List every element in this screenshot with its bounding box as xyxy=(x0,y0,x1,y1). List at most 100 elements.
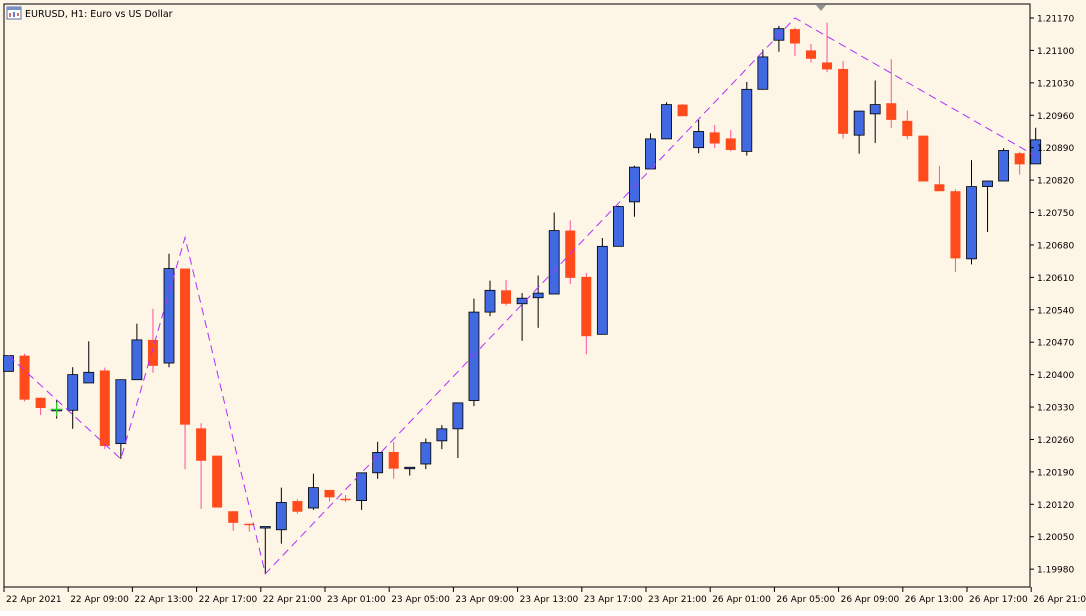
candle-body xyxy=(340,498,351,501)
candle-body xyxy=(613,206,624,247)
candle xyxy=(918,135,929,182)
candle-body xyxy=(292,501,303,512)
x-tick-label: 26 Apr 13:00 xyxy=(905,595,964,605)
candle-body xyxy=(308,487,319,509)
y-tick-label: 1.20400 xyxy=(1037,371,1074,381)
candle-body xyxy=(934,184,945,192)
candle-body xyxy=(180,268,191,425)
candle-body xyxy=(67,374,79,411)
candle-body xyxy=(532,292,544,299)
y-tick-label: 1.20820 xyxy=(1037,177,1074,187)
y-tick-label: 1.20050 xyxy=(1037,533,1074,543)
candle-body xyxy=(950,191,961,259)
candle xyxy=(468,298,480,407)
candle-body xyxy=(163,268,175,364)
candle-body xyxy=(853,110,865,136)
candle xyxy=(741,81,753,156)
candle-body xyxy=(35,397,46,408)
candle-body xyxy=(966,186,977,260)
y-tick-label: 1.20120 xyxy=(1037,501,1074,511)
x-tick-label: 23 Apr 21:00 xyxy=(648,595,707,605)
candle-body xyxy=(629,166,640,203)
candle xyxy=(645,133,656,170)
candle xyxy=(292,499,303,514)
x-tick-label: 23 Apr 05:00 xyxy=(391,595,450,605)
candle-body xyxy=(998,150,1009,182)
y-tick-label: 1.20680 xyxy=(1037,241,1074,251)
candle-body xyxy=(886,103,897,120)
candle-body xyxy=(645,138,656,170)
y-tick-label: 1.20890 xyxy=(1037,144,1074,154)
candle xyxy=(19,353,30,402)
candle-body xyxy=(822,62,833,70)
candle-body xyxy=(789,29,800,44)
candle xyxy=(99,367,110,450)
chart-canvas[interactable]: 1.21170 1.21100 1.21030 1.20960 1.20890 1.208… xyxy=(0,0,1086,611)
candle-body xyxy=(324,489,335,498)
candle-body xyxy=(757,56,769,90)
x-tick-label: 26 Apr 21:00 xyxy=(1033,595,1086,605)
candle-body xyxy=(468,311,480,401)
candle-body xyxy=(420,442,432,465)
y-tick-label: 1.20610 xyxy=(1037,274,1074,284)
x-tick-label: 22 Apr 13:00 xyxy=(134,595,193,605)
y-tick-label: 1.20750 xyxy=(1037,209,1074,219)
y-tick-label: 1.20330 xyxy=(1037,404,1074,414)
x-tick-label: 22 Apr 21:00 xyxy=(263,595,322,605)
y-tick-label: 1.21100 xyxy=(1037,47,1074,57)
x-tick-label: 26 Apr 17:00 xyxy=(969,595,1028,605)
candle-body xyxy=(982,180,993,187)
candle xyxy=(661,102,672,140)
x-tick-label: 23 Apr 13:00 xyxy=(520,595,579,605)
chart-window-icon[interactable] xyxy=(6,6,22,20)
candle xyxy=(613,205,624,247)
candle xyxy=(163,253,175,368)
candle-body xyxy=(404,466,416,470)
candle xyxy=(677,104,688,117)
candle xyxy=(3,355,14,372)
candle-body xyxy=(275,502,287,531)
candle-body xyxy=(3,355,14,372)
y-tick-label: 1.21170 xyxy=(1037,15,1074,25)
candle xyxy=(212,455,223,508)
candle-body xyxy=(806,50,816,59)
chart-title-bar: EURUSD, H1: Euro vs US Dollar xyxy=(6,6,173,20)
candle-body xyxy=(19,355,30,400)
candle-body xyxy=(677,104,688,117)
x-tick-label: 26 Apr 09:00 xyxy=(841,595,900,605)
x-tick-label: 23 Apr 09:00 xyxy=(455,595,514,605)
candle-body xyxy=(131,339,143,381)
candle xyxy=(838,61,849,139)
candle-body xyxy=(244,523,255,526)
x-tick-label: 22 Apr 2021 xyxy=(6,595,62,605)
candle-body xyxy=(99,370,110,446)
candle xyxy=(596,237,608,335)
candle-body xyxy=(228,511,239,523)
candle-body xyxy=(501,290,512,304)
candle-body xyxy=(902,120,913,137)
y-tick-label: 1.21030 xyxy=(1037,79,1074,89)
chart-title: EURUSD, H1: Euro vs US Dollar xyxy=(25,9,173,20)
x-tick-label: 22 Apr 17:00 xyxy=(199,595,258,605)
candle-body xyxy=(581,276,592,337)
candle-body xyxy=(918,135,929,182)
y-tick-label: 1.20540 xyxy=(1037,306,1074,316)
candle-body xyxy=(1014,153,1025,165)
candle-body xyxy=(869,104,881,115)
candle-body xyxy=(436,428,448,442)
y-tick-label: 1.19980 xyxy=(1037,566,1074,576)
candle-body xyxy=(259,526,271,529)
candle xyxy=(998,148,1009,182)
y-tick-label: 1.20190 xyxy=(1037,468,1074,478)
candle-body xyxy=(548,230,560,295)
y-tick-label: 1.20960 xyxy=(1037,112,1074,122)
chart-window[interactable]: 1.21170 1.21100 1.21030 1.20960 1.20890 1.208… xyxy=(0,0,1086,611)
candle-body xyxy=(725,138,736,150)
candle-body xyxy=(83,371,95,384)
candle-body xyxy=(596,245,608,335)
candle-body xyxy=(838,68,849,134)
x-tick-label: 23 Apr 17:00 xyxy=(584,595,643,605)
candle-body xyxy=(212,455,223,508)
candle-body xyxy=(661,104,672,140)
x-tick-label: 23 Apr 01:00 xyxy=(327,595,386,605)
